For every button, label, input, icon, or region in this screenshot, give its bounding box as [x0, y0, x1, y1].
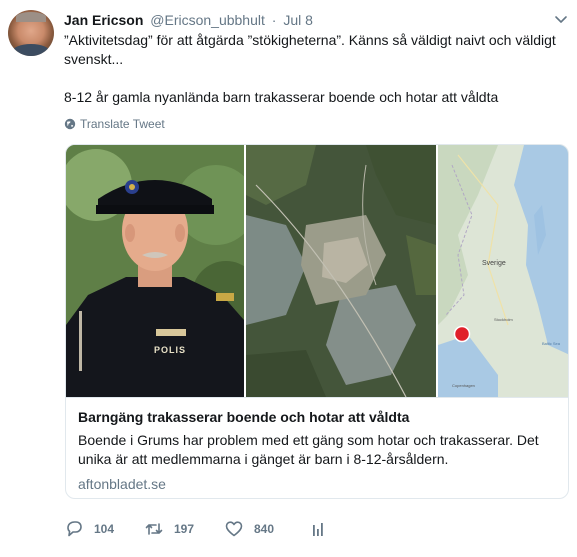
tweet-header: Jan Ericson @Ericson_ubbhult · Jul 8 [64, 11, 313, 29]
analytics-icon [313, 523, 323, 536]
chevron-down-icon[interactable] [554, 14, 568, 26]
map-image: Sverige Stockholm Copenhagen Baltic Sea [438, 145, 568, 397]
avatar-shirt [12, 44, 50, 56]
author-handle[interactable]: @Ericson_ubbhult [150, 12, 265, 28]
like-count: 840 [254, 522, 275, 536]
avatar[interactable] [8, 10, 54, 56]
card-domain[interactable]: aftonbladet.se [78, 475, 558, 493]
analytics-button[interactable] [308, 519, 328, 539]
translate-tweet-label: Translate Tweet [80, 117, 165, 131]
retweet-count: 197 [174, 522, 195, 536]
map-marker [453, 325, 471, 343]
map-label-stockholm: Stockholm [494, 317, 513, 322]
avatar-hair [16, 12, 46, 22]
author-name[interactable]: Jan Ericson [64, 12, 143, 28]
card-description: Boende i Grums har problem med ett gäng … [78, 432, 539, 467]
card-images: POLIS Sverige Stockholm Copenhagen Balti… [66, 145, 568, 397]
police-officer-illustration: POLIS [66, 145, 244, 397]
globe-icon [64, 118, 76, 130]
separator-dot: · [271, 12, 277, 28]
card-body: Barngäng trakasserar boende och hotar at… [66, 397, 568, 498]
police-officer-image: POLIS [66, 145, 244, 397]
tweet-actions: 104 197 840 [64, 519, 564, 541]
tweet-text: ”Aktivitetsdag” för att åtgärda ”stökigh… [64, 31, 564, 107]
map-label-copenhagen: Copenhagen [452, 383, 475, 388]
aerial-photo-illustration [246, 145, 436, 397]
like-button[interactable]: 840 [224, 519, 274, 539]
translate-tweet-link[interactable]: Translate Tweet [64, 117, 165, 131]
aerial-photo-image [246, 145, 436, 397]
reply-button[interactable]: 104 [64, 519, 114, 539]
tweet[interactable]: Jan Ericson @Ericson_ubbhult · Jul 8 ”Ak… [0, 0, 577, 557]
police-badge-text: POLIS [154, 345, 186, 355]
card-title[interactable]: Barngäng trakasserar boende och hotar at… [78, 408, 558, 427]
reply-count: 104 [94, 522, 115, 536]
map-illustration: Sverige Stockholm Copenhagen Baltic Sea [438, 145, 568, 397]
map-label-sea: Baltic Sea [542, 341, 561, 346]
link-card[interactable]: POLIS Sverige Stockholm Copenhagen Balti… [65, 144, 569, 499]
retweet-button[interactable]: 197 [144, 519, 194, 539]
tweet-text-line: ”Aktivitetsdag” för att åtgärda ”stökigh… [64, 32, 556, 67]
map-label-country: Sverige [482, 260, 506, 267]
heart-icon [225, 521, 243, 537]
reply-icon [67, 521, 82, 537]
tweet-timestamp[interactable]: Jul 8 [283, 12, 313, 28]
retweet-icon [145, 523, 163, 535]
tweet-text-line: 8-12 år gamla nyanlända barn trakasserar… [64, 89, 499, 105]
